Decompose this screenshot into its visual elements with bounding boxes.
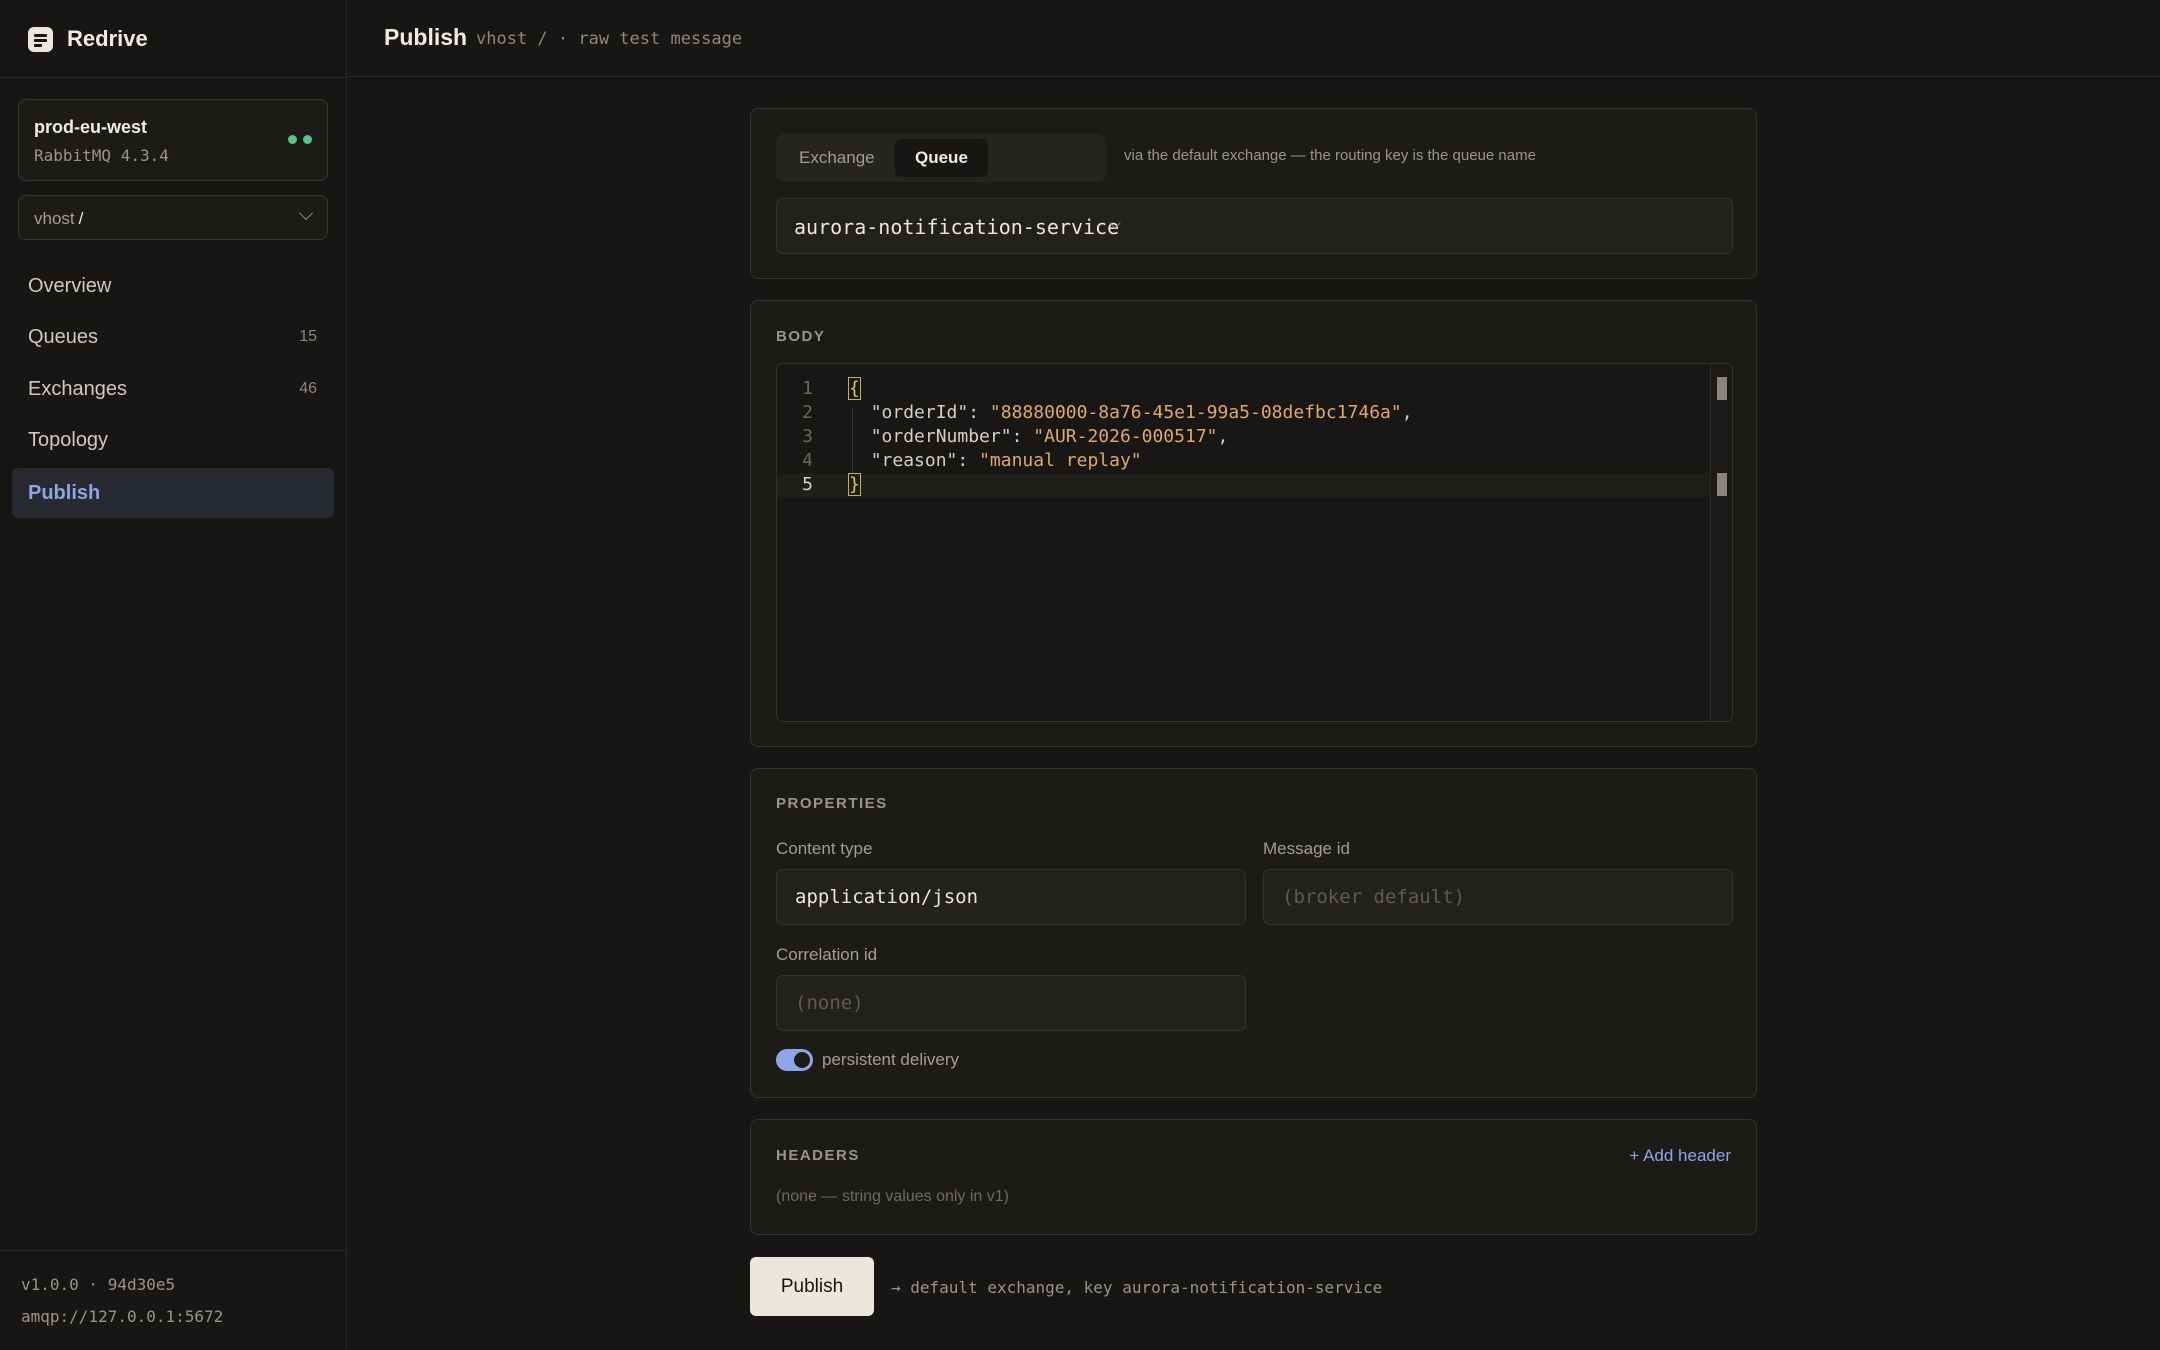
exchanges-count: 46 [299,380,317,397]
line-number: 1 [802,378,813,399]
brand[interactable]: Redrive [28,24,148,54]
sidebar-item-label: Queues [28,325,99,348]
app-version: v1.0.0 · 94d30e5 [21,1275,176,1294]
json-key: "reason" [870,450,958,471]
properties-panel: PROPERTIES Content type Message id Corre… [750,768,1757,1098]
content-type-label: Content type [776,839,873,858]
json-key: "orderId" [870,402,969,423]
line-number: 3 [802,426,813,447]
toggle-knob [794,1052,810,1068]
queue-select[interactable]: aurora-notification-service [776,198,1733,254]
app-logo-icon [28,26,53,52]
headers-panel: HEADERS + Add header (none — string valu… [750,1119,1757,1235]
json-key: "orderNumber" [870,426,1012,447]
sidebar-item-overview[interactable]: Overview [12,261,334,311]
connection-card[interactable]: prod-eu-west RabbitMQ 4.3.4 [18,99,328,181]
properties-section-label: PROPERTIES [776,795,888,812]
top-bar: Publish vhost / · raw test message [347,0,2160,77]
persistent-delivery-label: persistent delivery [822,1050,960,1069]
tab-exchange[interactable]: Exchange [779,139,895,177]
sidebar-item-queues[interactable]: Queues 15 [12,312,334,362]
add-header-button[interactable]: + Add header [1629,1146,1731,1166]
sidebar-item-label: Publish [28,481,101,504]
line-number: 4 [802,450,813,471]
code-line: 4 "reason": "manual replay" [777,449,1712,473]
vhost-select-value: / [78,209,84,228]
sidebar-item-exchanges[interactable]: Exchanges 46 [12,364,334,414]
code-text: "orderNumber": "AUR-2026-000517", [870,426,1229,447]
code-line-current: 5 } [777,473,1712,497]
code-line: 2 "orderId": "88880000-8a76-45e1-99a5-08… [777,401,1712,425]
content-type-field[interactable] [776,869,1246,925]
page-title: Publish [384,24,468,50]
sidebar-item-publish[interactable]: Publish [12,468,334,518]
persistent-delivery-toggle[interactable] [776,1049,813,1071]
sidebar-item-label: Overview [28,274,112,297]
code-text: } [848,473,861,496]
target-panel: Exchange Queue via the default exchange … [750,108,1757,279]
json-value: "AUR-2026-000517" [1033,426,1218,447]
routing-hint: via the default exchange — the routing k… [1124,147,1536,164]
broker-url: amqp://127.0.0.1:5672 [21,1307,224,1326]
code-text: { [848,377,861,400]
sidebar-item-topology[interactable]: Topology [12,415,334,465]
chevron-down-icon [298,205,314,221]
breadcrumb: vhost / · raw test message [476,29,743,49]
vhost-select-label: vhost / [34,209,84,228]
code-text: "orderId": "88880000-8a76-45e1-99a5-08de… [870,402,1413,423]
editor-scrollbar[interactable] [1710,364,1732,721]
code-text: "reason": "manual replay" [870,450,1142,471]
sidebar-item-label: Topology [28,428,109,451]
scrollbar-marker [1717,473,1727,496]
publish-button[interactable]: Publish [750,1257,874,1316]
code-line: 3 "orderNumber": "AUR-2026-000517", [777,425,1712,449]
sidebar-divider [0,77,347,78]
code-line: 1 { [777,377,1712,401]
tab-queue[interactable]: Queue [895,139,988,177]
message-id-label: Message id [1263,839,1350,858]
body-editor[interactable]: 1 { 2 "orderId": "88880000-8a76-45e1-99a… [776,363,1733,722]
body-section-label: BODY [776,328,826,345]
sidebar-item-label: Exchanges [28,377,127,400]
json-value: "88880000-8a76-45e1-99a5-08defbc1746a" [989,402,1402,423]
line-number: 5 [802,474,813,495]
queue-select-value: aurora-notification-service [794,215,1120,239]
message-id-field[interactable] [1263,869,1733,925]
vhost-select[interactable]: vhost / [18,195,328,240]
publish-hint: → default exchange, key aurora-notificat… [891,1278,1383,1297]
scrollbar-marker [1717,377,1727,400]
queues-count: 15 [299,328,317,345]
line-number: 2 [802,402,813,423]
status-dot-icon [288,135,297,144]
correlation-id-label: Correlation id [776,945,878,964]
sidebar-footer-divider [0,1250,347,1251]
app-name: Redrive [67,26,148,51]
json-value: "manual replay" [979,450,1142,471]
headers-section-label: HEADERS [776,1147,860,1164]
headers-empty-text: (none — string values only in v1) [776,1188,1009,1205]
correlation-id-field[interactable] [776,975,1246,1031]
body-panel: BODY 1 { 2 "orderId": "88880000-8a76-45e… [750,300,1757,747]
status-dot-icon [303,135,312,144]
connection-name: prod-eu-west [34,117,148,137]
connection-version: RabbitMQ 4.3.4 [34,146,169,165]
sidebar: Redrive prod-eu-west RabbitMQ 4.3.4 vhos… [0,0,347,1350]
target-type-toggle: Exchange Queue [776,134,1106,182]
